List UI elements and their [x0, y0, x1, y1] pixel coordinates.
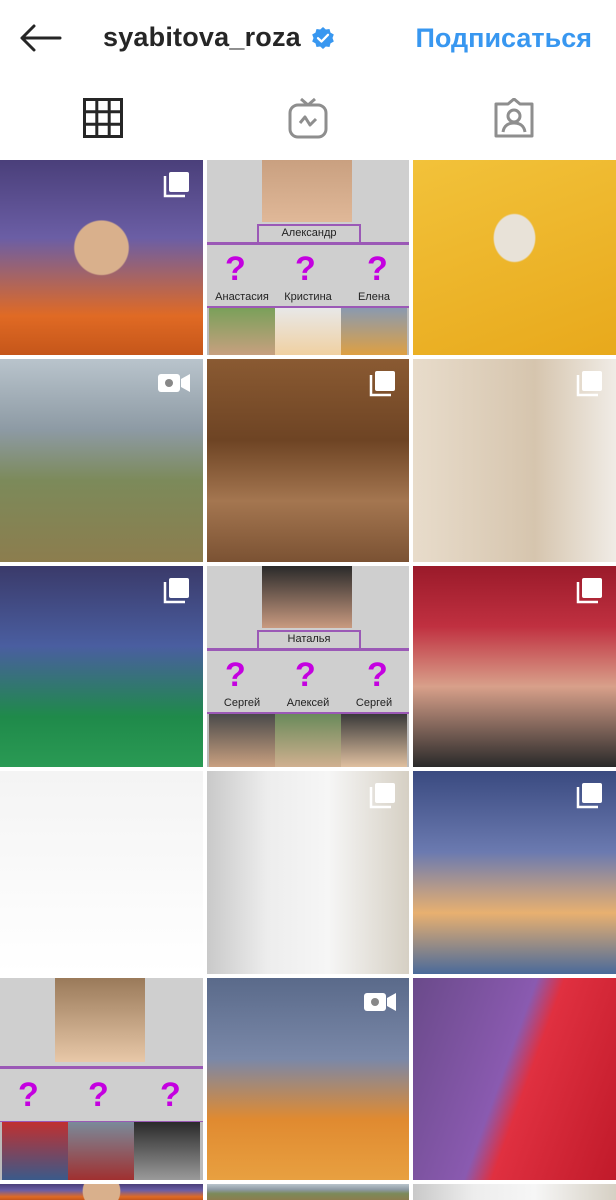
collage-photo [134, 1122, 200, 1180]
collage-photo [209, 308, 275, 355]
posts-grid: Александр ? ? ? Анастасия Кристина Елена [0, 160, 616, 1200]
collage-photo [55, 978, 145, 1062]
post-thumbnail[interactable] [0, 160, 203, 355]
collage-photo [275, 308, 341, 355]
post-thumbnail[interactable] [207, 978, 409, 1180]
post-thumbnail[interactable] [207, 771, 409, 974]
post-thumbnail[interactable] [413, 160, 616, 355]
post-thumbnail[interactable] [207, 1184, 409, 1200]
question-mark: ? [295, 250, 316, 288]
carousel-icon [369, 371, 395, 397]
question-mark: ? [225, 656, 246, 694]
collage-name: Наталья [257, 630, 361, 650]
tab-grid[interactable] [0, 78, 205, 158]
collage-name: Кристина [284, 291, 332, 303]
carousel-icon [163, 578, 189, 604]
post-thumbnail[interactable] [413, 359, 616, 562]
post-thumbnail[interactable] [413, 566, 616, 767]
collage-names-row: Анастасия Кристина Елена [207, 290, 409, 308]
collage-name: Елена [357, 291, 391, 303]
tab-tagged[interactable] [411, 78, 616, 158]
collage-name: Сергей [223, 697, 261, 709]
collage-top: Наталья [207, 566, 409, 650]
question-mark: ? [225, 250, 246, 288]
collage-question-row: ? ? ? [0, 1066, 203, 1124]
tagged-icon [494, 98, 533, 138]
igtv-icon [288, 97, 327, 139]
follow-button[interactable]: Подписаться [415, 23, 592, 54]
post-thumbnail[interactable] [0, 359, 203, 562]
grid-icon [82, 98, 123, 138]
collage-photo [209, 714, 275, 767]
collage-name: Анастасия [215, 291, 269, 303]
post-thumbnail[interactable]: Наталья ? ? ? Сергей Алексей Сергей [207, 566, 409, 767]
collage-photo [262, 160, 352, 222]
profile-tabs [0, 78, 616, 158]
verified-badge-icon [312, 26, 334, 49]
profile-username: syabitova_roza [103, 22, 301, 52]
video-icon [158, 374, 190, 392]
collage-photo [275, 714, 341, 767]
carousel-icon [576, 783, 602, 809]
title-wrap: syabitova_roza [103, 22, 335, 53]
carousel-icon [163, 172, 189, 198]
question-mark: ? [367, 250, 388, 288]
carousel-icon [369, 783, 395, 809]
post-thumbnail[interactable] [413, 978, 616, 1180]
question-mark: ? [160, 1076, 181, 1114]
collage-photo [262, 566, 352, 628]
post-thumbnail[interactable]: ? ? ? [0, 978, 203, 1180]
post-thumbnail[interactable] [0, 1184, 203, 1200]
video-icon [364, 993, 396, 1011]
collage-photo [341, 308, 407, 355]
collage-photos-row [207, 714, 409, 767]
carousel-icon [576, 578, 602, 604]
collage-photo [2, 1122, 68, 1180]
back-button[interactable] [16, 18, 64, 58]
collage-name: Алексей [286, 697, 330, 709]
post-thumbnail[interactable] [0, 566, 203, 767]
collage-photo [68, 1122, 134, 1180]
post-thumbnail[interactable] [0, 771, 203, 974]
collage-names-row: Сергей Алексей Сергей [207, 696, 409, 714]
collage-question-row: ? ? ? [207, 648, 409, 702]
question-mark: ? [367, 656, 388, 694]
question-mark: ? [295, 656, 316, 694]
collage-name: Сергей [355, 697, 393, 709]
post-thumbnail[interactable] [413, 771, 616, 974]
post-thumbnail[interactable] [207, 359, 409, 562]
post-thumbnail[interactable] [413, 1184, 616, 1200]
question-mark: ? [18, 1076, 39, 1114]
collage-photo [341, 714, 407, 767]
carousel-icon [576, 371, 602, 397]
collage-question-row: ? ? ? [207, 242, 409, 296]
post-thumbnail[interactable]: Александр ? ? ? Анастасия Кристина Елена [207, 160, 409, 355]
back-arrow-icon [20, 24, 62, 52]
question-mark: ? [88, 1076, 109, 1114]
collage-name: Александр [257, 224, 361, 244]
collage-top [0, 978, 203, 1064]
collage-photos-row [207, 308, 409, 355]
collage-top: Александр [207, 160, 409, 244]
profile-header: syabitova_roza Подписаться [0, 0, 616, 78]
collage-photos-row [0, 1122, 203, 1180]
tab-igtv[interactable] [205, 78, 410, 158]
